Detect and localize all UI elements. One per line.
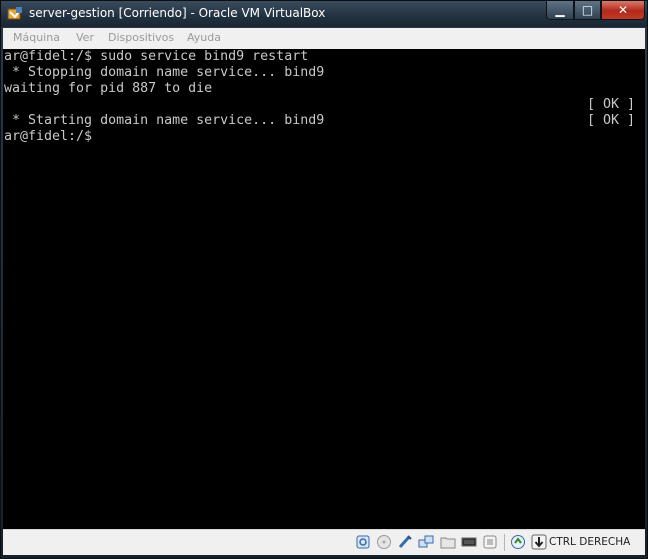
hard-disk-icon[interactable] — [355, 534, 371, 550]
video-capture-icon[interactable] — [482, 534, 498, 550]
menu-dispositivos[interactable]: Dispositivos — [108, 31, 174, 44]
minimize-button[interactable]: ▁ — [546, 1, 574, 20]
shared-folder-icon[interactable] — [440, 534, 456, 550]
menu-ayuda[interactable]: Ayuda — [187, 31, 221, 44]
optical-drive-icon[interactable] — [376, 534, 392, 550]
status-ok-starting: [ OK ] — [587, 113, 636, 128]
status-bar: CTRL DERECHA — [3, 529, 645, 555]
close-button[interactable]: ✕ — [601, 1, 645, 20]
mouse-integration-icon[interactable] — [510, 534, 526, 550]
display-icon[interactable] — [461, 534, 477, 550]
terminal-line: * Starting domain name service... bind9 — [4, 113, 325, 128]
title-bar[interactable]: server-gestion [Corriendo] - Oracle VM V… — [1, 1, 647, 27]
terminal-line: waiting for pid 887 to die — [4, 81, 213, 96]
maximize-icon: □ — [581, 3, 594, 17]
terminal-line: * Stopping domain name service... bind9 — [4, 65, 325, 80]
usb-icon[interactable] — [397, 534, 413, 550]
virtualbox-app-icon — [7, 7, 22, 20]
status-separator — [504, 534, 505, 551]
virtualbox-window: server-gestion [Corriendo] - Oracle VM V… — [0, 0, 648, 559]
maximize-button[interactable]: □ — [574, 1, 601, 20]
close-icon: ✕ — [617, 3, 629, 17]
window-title: server-gestion [Corriendo] - Oracle VM V… — [29, 6, 326, 20]
host-key-label: CTRL DERECHA — [549, 536, 631, 548]
host-key-arrow-icon — [531, 534, 547, 550]
menu-maquina[interactable]: Máquina — [13, 31, 60, 44]
terminal-line: ar@fidel:/$ sudo service bind9 restart — [4, 49, 309, 64]
menu-bar: Máquina Ver Dispositivos Ayuda — [3, 28, 645, 50]
menu-ver[interactable]: Ver — [76, 31, 94, 44]
vm-console-screen[interactable]: ar@fidel:/$ sudo service bind9 restart *… — [3, 49, 645, 529]
minimize-icon: ▁ — [555, 3, 565, 17]
status-ok-stopping: [ OK ] — [587, 97, 636, 112]
network-icon[interactable] — [418, 534, 434, 550]
terminal-prompt: ar@fidel:/$ — [4, 129, 93, 144]
